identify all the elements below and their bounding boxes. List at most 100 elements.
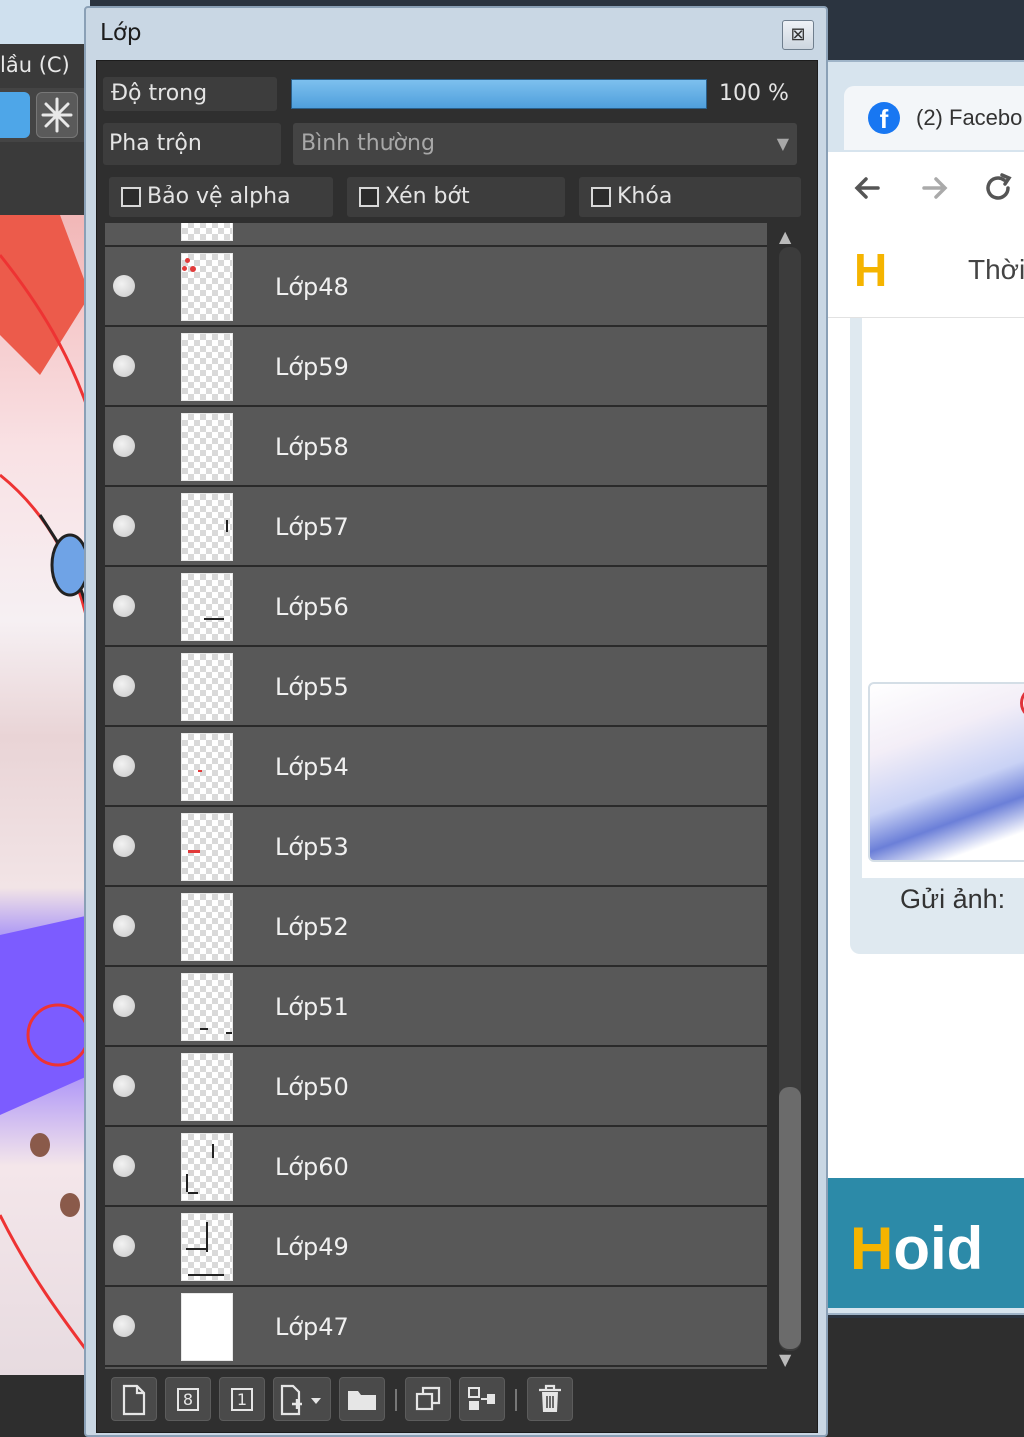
visibility-toggle-icon[interactable]: [113, 835, 135, 857]
sparkle-tool-button[interactable]: [36, 92, 78, 138]
folder-icon: [348, 1391, 376, 1410]
visibility-toggle-icon[interactable]: [113, 1235, 135, 1257]
site-logo[interactable]: H: [854, 244, 894, 296]
layer-row[interactable]: Lớp57: [105, 487, 767, 567]
visibility-toggle-icon[interactable]: [113, 1075, 135, 1097]
left-status-strip: [0, 1375, 90, 1437]
layer-thumbnail: [181, 223, 233, 241]
layer-thumbnail: [181, 893, 233, 961]
layer-row[interactable]: Lớp53: [105, 807, 767, 887]
forward-button[interactable]: [914, 168, 954, 208]
browser-tab[interactable]: f (2) Facebo: [844, 86, 1024, 150]
new-folder-button[interactable]: [339, 1377, 385, 1421]
new-layer-button[interactable]: [111, 1377, 157, 1421]
visibility-toggle-icon[interactable]: [113, 675, 135, 697]
merge-down-button[interactable]: [459, 1377, 505, 1421]
toolbar-divider: [395, 1389, 397, 1411]
reload-button[interactable]: [978, 168, 1018, 208]
layer-row[interactable]: Lớp58: [105, 407, 767, 487]
layer-row[interactable]: Lớp54: [105, 727, 767, 807]
layer-row[interactable]: Lớp47: [105, 1287, 767, 1367]
color-panel-title: lầu (C): [0, 53, 70, 77]
layer-name: Lớp59: [275, 353, 349, 381]
layer-row[interactable]: Lớp55: [105, 647, 767, 727]
layer-name: Lớp49: [275, 1233, 349, 1261]
layer-row[interactable]: Lớp49: [105, 1207, 767, 1287]
layer-thumbnail: [181, 733, 233, 801]
visibility-toggle-icon[interactable]: [113, 755, 135, 777]
layer-name: Lớp60: [275, 1153, 349, 1181]
visibility-toggle-icon[interactable]: [113, 515, 135, 537]
blend-mode-select[interactable]: Bình thường ▼: [293, 123, 797, 165]
checkbox-square[interactable]: [121, 187, 141, 207]
new-layer-icon: [122, 1384, 146, 1416]
protect-alpha-label: Bảo vệ alpha: [147, 184, 291, 209]
checkbox-square[interactable]: [359, 187, 379, 207]
new-8bit-layer-icon: 8: [176, 1388, 200, 1411]
visibility-toggle-icon[interactable]: [113, 275, 135, 297]
footer-logo-h: H: [850, 1215, 894, 1282]
scroll-up-arrow-icon[interactable]: ▲: [779, 227, 791, 246]
new-8bit-layer-button[interactable]: 8: [165, 1377, 211, 1421]
blend-mode-value: Bình thường: [301, 131, 435, 156]
opacity-slider[interactable]: [291, 79, 707, 109]
layer-thumbnail: [181, 813, 233, 881]
layer-row-partial[interactable]: [105, 223, 767, 247]
delete-layer-button[interactable]: [527, 1377, 573, 1421]
drawing-canvas[interactable]: [0, 215, 90, 1375]
layer-row[interactable]: Lớp50: [105, 1047, 767, 1127]
visibility-toggle-icon[interactable]: [113, 915, 135, 937]
layer-thumbnail: [181, 1213, 233, 1281]
close-button[interactable]: ⊠: [782, 20, 814, 50]
layer-row[interactable]: Lớp51: [105, 967, 767, 1047]
scroll-thumb[interactable]: [779, 1087, 801, 1349]
layer-row[interactable]: Lớp48: [105, 247, 767, 327]
toolbar-divider: [515, 1389, 517, 1411]
artwork-illustration: [0, 215, 90, 1356]
facebook-icon: f: [868, 102, 900, 134]
layer-thumbnail: [181, 253, 233, 321]
taskbar-strip: [812, 1318, 1024, 1437]
layer-name: Lớp48: [275, 273, 349, 301]
visibility-toggle-icon[interactable]: [113, 355, 135, 377]
visibility-toggle-icon[interactable]: [113, 595, 135, 617]
new-1bit-layer-button[interactable]: 1: [219, 1377, 265, 1421]
scroll-down-arrow-icon[interactable]: ▼: [779, 1350, 791, 1369]
visibility-toggle-icon[interactable]: [113, 435, 135, 457]
remove-image-icon[interactable]: ×: [1020, 686, 1024, 720]
back-button[interactable]: [848, 168, 888, 208]
attached-image-preview[interactable]: ×: [868, 682, 1024, 862]
duplicate-layer-button[interactable]: [405, 1377, 451, 1421]
layer-name: Lớp51: [275, 993, 349, 1021]
scroll-rail[interactable]: [779, 247, 801, 1351]
layer-list-scrollbar[interactable]: ▲ ▼: [771, 223, 807, 1369]
footer-logo-text: oid: [893, 1215, 984, 1282]
lock-label: Khóa: [617, 184, 673, 209]
dialog-title: Lớp: [100, 20, 142, 46]
opacity-value[interactable]: 100 %: [719, 77, 799, 111]
layer-thumbnail: [181, 1053, 233, 1121]
layer-name: Lớp56: [275, 593, 349, 621]
lock-checkbox[interactable]: Khóa: [579, 177, 801, 217]
visibility-toggle-icon[interactable]: [113, 1155, 135, 1177]
brush-tool-button[interactable]: [0, 92, 30, 138]
add-layer-dropdown-button[interactable]: [273, 1377, 331, 1421]
layer-thumbnail: [181, 333, 233, 401]
footer-logo[interactable]: Hoid: [850, 1214, 983, 1283]
checkbox-square[interactable]: [591, 187, 611, 207]
visibility-toggle-icon[interactable]: [113, 995, 135, 1017]
layer-row[interactable]: Lớp56: [105, 567, 767, 647]
layer-row[interactable]: Lớp60: [105, 1127, 767, 1207]
merge-down-icon: [468, 1387, 495, 1410]
header-text: Thời: [968, 254, 1024, 285]
layer-row[interactable]: Lớp59: [105, 327, 767, 407]
visibility-toggle-icon[interactable]: [113, 1315, 135, 1337]
clipping-checkbox[interactable]: Xén bớt: [347, 177, 565, 217]
protect-alpha-checkbox[interactable]: Bảo vệ alpha: [109, 177, 333, 217]
layer-thumbnail: [181, 493, 233, 561]
background-paint-app: lầu (C): [0, 0, 90, 1437]
layer-thumbnail: [181, 653, 233, 721]
page-content: × Gửi ảnh:: [828, 318, 1024, 1178]
layer-thumbnail: [181, 1293, 233, 1361]
layer-row[interactable]: Lớp52: [105, 887, 767, 967]
